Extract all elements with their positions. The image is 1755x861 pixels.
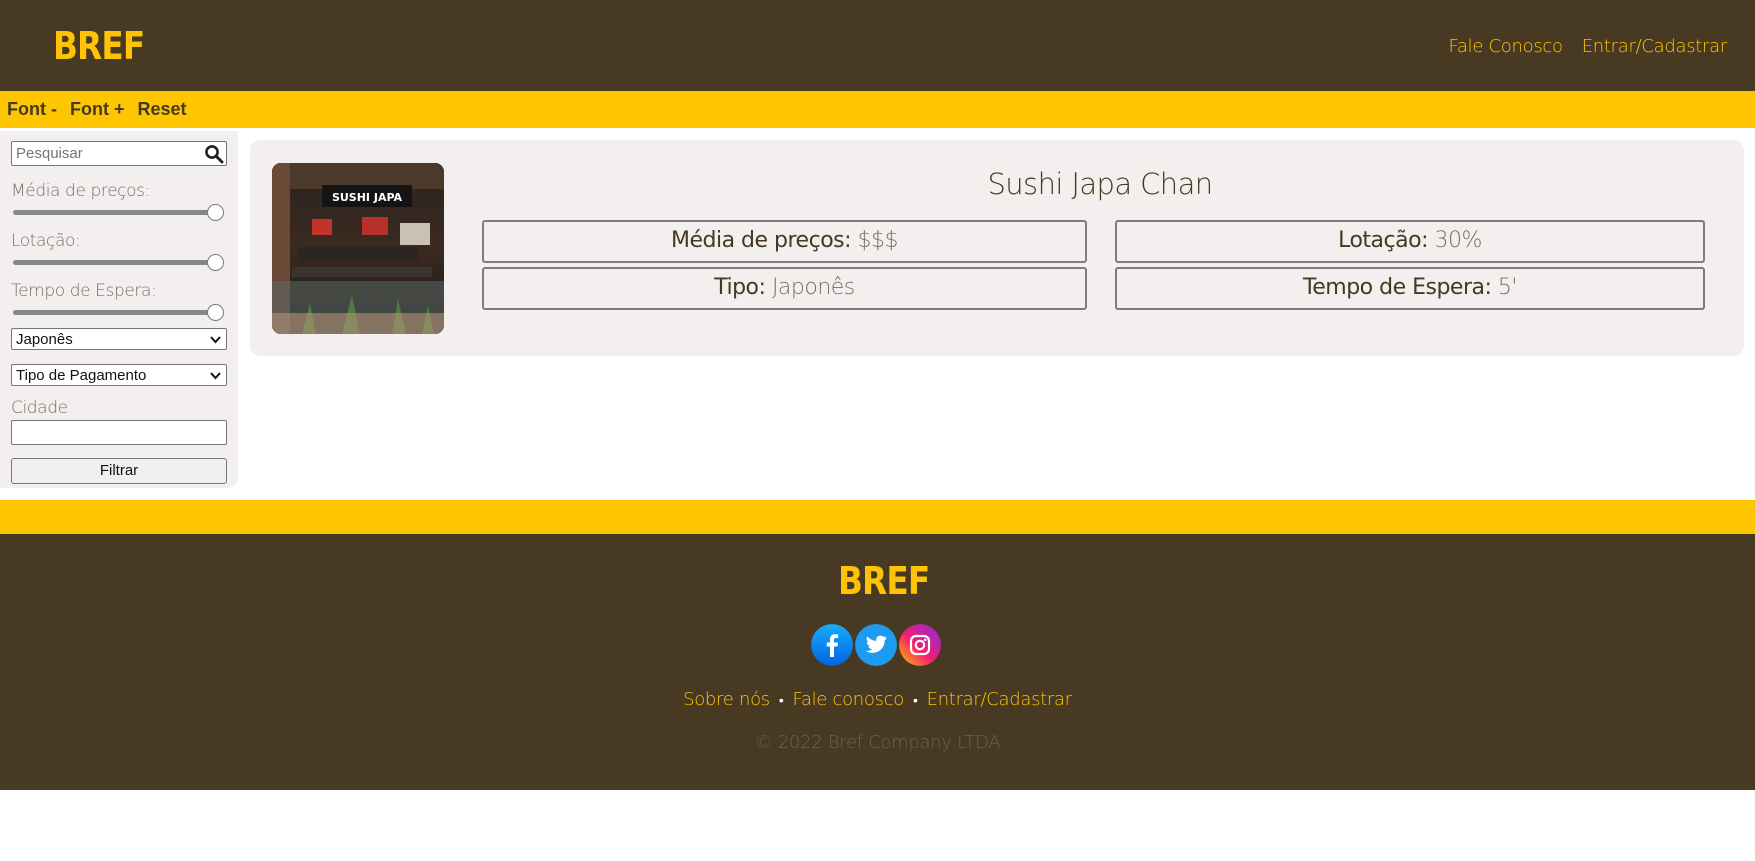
chevron-down-icon	[210, 336, 221, 344]
occupancy-info: Lotação: 30%	[1115, 220, 1705, 263]
restaurant-name: Sushi Japa Chan	[987, 167, 1213, 201]
font-increase-button[interactable]: Font +	[70, 99, 125, 120]
occupancy-slider[interactable]	[11, 254, 224, 271]
social-links	[811, 624, 941, 666]
footer-bref-logo[interactable]: BREF	[838, 559, 930, 603]
price-filter-label: Média de preços:	[11, 181, 150, 201]
occupancy-slider-track	[13, 260, 216, 265]
restaurant-card[interactable]: SUSHI JAPA Sushi Japa Chan Média de preç…	[250, 140, 1744, 356]
cuisine-type-value: Japonês	[16, 331, 73, 348]
search-box	[11, 141, 227, 166]
price-slider-track	[13, 210, 216, 215]
restaurant-photo: SUSHI JAPA	[272, 163, 444, 334]
price-info-label: Média de preços:	[670, 228, 852, 253]
about-us-link[interactable]: Sobre nós	[683, 689, 770, 710]
wait-time-slider[interactable]	[11, 304, 224, 321]
cuisine-type-select[interactable]: Japonês	[11, 328, 227, 350]
wait-time-info-label: Tempo de Espera:	[1303, 275, 1492, 300]
wait-time-info-value: 5'	[1497, 275, 1518, 300]
site-footer: BREF Sobre nós • Fale conosco • Entrar/Cadas…	[0, 534, 1755, 790]
wait-time-slider-track	[13, 310, 216, 315]
price-slider[interactable]	[11, 204, 224, 221]
occupancy-info-value: 30%	[1434, 228, 1482, 253]
search-input[interactable]	[12, 142, 198, 165]
search-icon[interactable]	[204, 144, 224, 164]
footer-accent-band	[0, 500, 1755, 534]
filter-button[interactable]: Filtrar	[11, 458, 227, 484]
cuisine-info-value: Japonês	[771, 275, 855, 300]
payment-type-value: Tipo de Pagamento	[16, 367, 147, 384]
city-input[interactable]	[11, 420, 227, 445]
cuisine-info-label: Tipo:	[714, 275, 766, 300]
instagram-icon[interactable]	[899, 624, 941, 666]
accessibility-bar: Font - Font + Reset	[0, 91, 1755, 128]
footer-login-register-link[interactable]: Entrar/Cadastrar	[927, 689, 1073, 710]
payment-type-select[interactable]: Tipo de Pagamento	[11, 364, 227, 386]
footer-separator: •	[778, 693, 784, 709]
bref-logo[interactable]: BREF	[53, 24, 145, 68]
login-register-link[interactable]: Entrar/Cadastrar	[1582, 36, 1728, 57]
contact-link[interactable]: Fale Conosco	[1449, 36, 1564, 57]
font-reset-button[interactable]: Reset	[137, 99, 186, 120]
filter-sidebar: Média de preços: Lotação: Tempo de Esper…	[0, 131, 238, 488]
footer-separator: •	[913, 693, 918, 709]
facebook-icon[interactable]	[811, 624, 853, 666]
price-info-value: $$$	[857, 228, 899, 253]
header-nav: Fale Conosco Entrar/Cadastrar	[1449, 36, 1728, 57]
occupancy-info-label: Lotação:	[1338, 228, 1428, 253]
wait-time-filter-label: Tempo de Espera:	[11, 281, 157, 301]
copyright-text: © 2022 Bref Company LTDA	[754, 732, 1001, 753]
font-decrease-button[interactable]: Font -	[7, 99, 57, 120]
wait-time-slider-thumb[interactable]	[207, 304, 224, 321]
footer-nav: Sobre nós • Fale conosco • Entrar/Cadastrar	[0, 689, 1755, 710]
footer-contact-link[interactable]: Fale conosco	[792, 689, 904, 710]
occupancy-slider-thumb[interactable]	[207, 254, 224, 271]
price-info: Média de preços: $$$	[482, 220, 1087, 263]
city-label: Cidade	[11, 398, 68, 418]
wait-time-info: Tempo de Espera: 5'	[1115, 267, 1705, 310]
svg-text:SUSHI JAPA: SUSHI JAPA	[332, 191, 403, 204]
price-slider-thumb[interactable]	[207, 204, 224, 221]
twitter-icon[interactable]	[855, 624, 897, 666]
site-header: BREF Fale Conosco Entrar/Cadastrar	[0, 0, 1755, 91]
chevron-down-icon	[210, 372, 221, 380]
cuisine-info: Tipo: Japonês	[482, 267, 1087, 310]
occupancy-filter-label: Lotação:	[11, 231, 81, 251]
